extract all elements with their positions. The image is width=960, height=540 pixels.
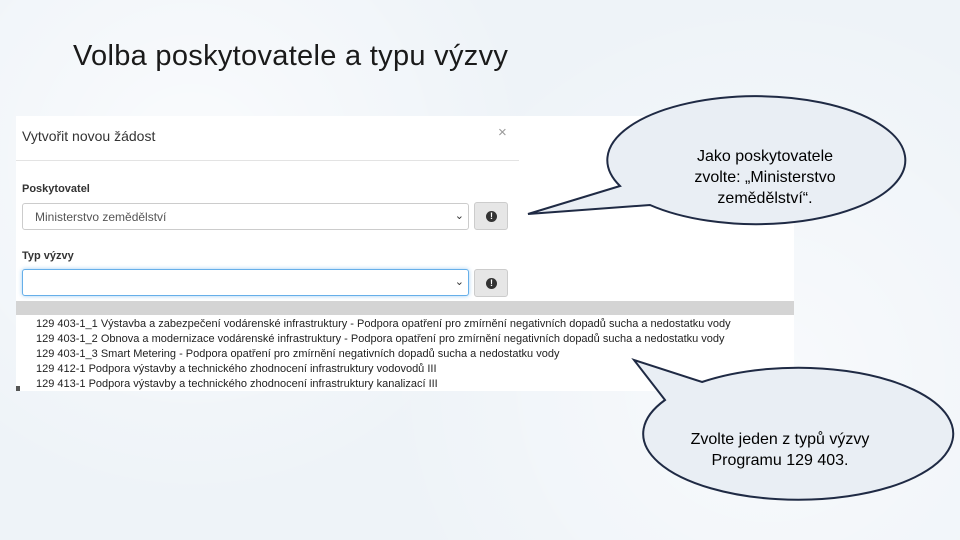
callout-line: Zvolte jeden z typů výzvy xyxy=(690,431,870,448)
callout-provider-text: Jako poskytovatele zvolte: „Ministerstvo… xyxy=(650,146,880,209)
callout-type-text: Zvolte jeden z typů výzvy Programu 129 4… xyxy=(650,429,910,471)
callout-line: zvolte: „Ministerstvo xyxy=(694,169,836,186)
callout-line: zemědělství“. xyxy=(717,190,813,207)
callout-line: Programu 129 403. xyxy=(711,452,849,469)
callout-line: Jako poskytovatele xyxy=(696,148,834,165)
